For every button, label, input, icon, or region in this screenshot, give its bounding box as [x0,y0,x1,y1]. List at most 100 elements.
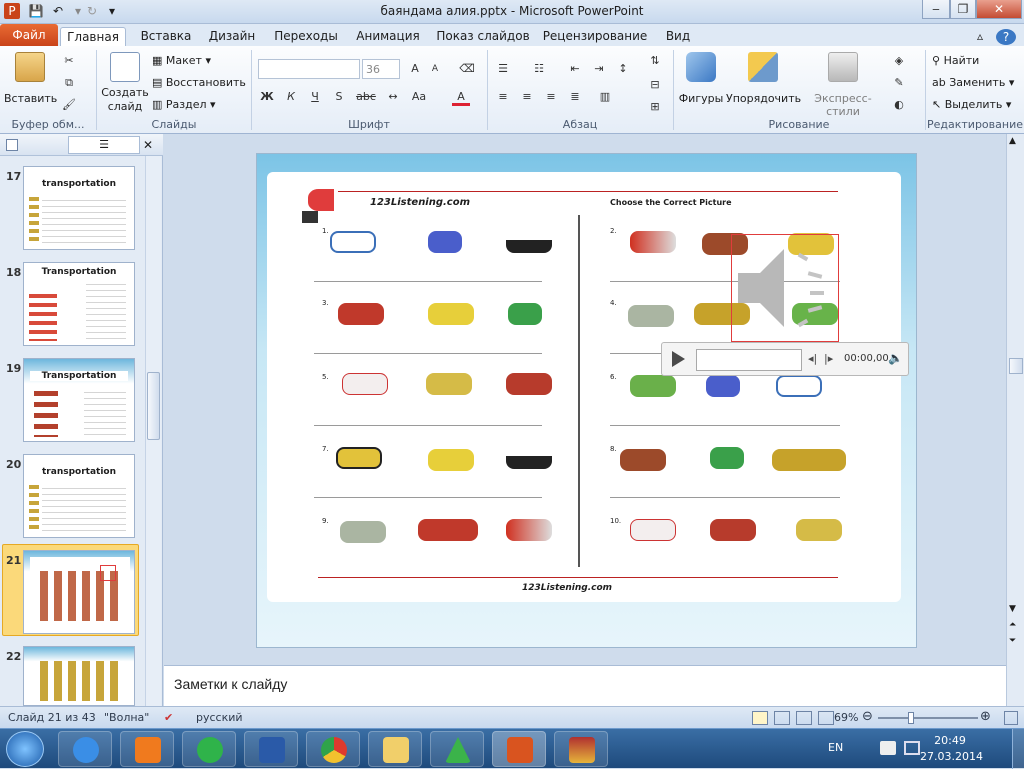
minimize-ribbon-icon[interactable]: ▵ [970,27,990,47]
slides-tab-icon[interactable] [6,139,18,151]
slide-thumbnail[interactable]: Transportation [23,262,135,346]
zoom-slider-thumb[interactable] [908,712,914,724]
outline-tab-icon[interactable]: ☰ [68,136,140,154]
scrollbar-thumb[interactable] [147,372,160,440]
align-right-icon[interactable]: ≡ [542,88,560,106]
slide-thumbnail[interactable] [23,646,135,706]
taskbar-clock[interactable]: 20:49 27.03.2014 [920,733,983,765]
zoom-slider[interactable] [878,717,978,719]
numbering-icon[interactable]: ☷ [530,60,548,78]
shape-outline-icon[interactable]: ✎ [890,74,908,92]
keyboard-icon[interactable] [880,741,896,755]
taskbar-internet-explorer[interactable] [58,731,112,767]
arrange-button[interactable]: Упорядочить [726,50,801,116]
replace-button[interactable]: ab Заменить ▾ [932,74,1022,92]
volume-icon[interactable]: 🔈 [888,351,903,365]
language-indicator[interactable]: русский [196,711,243,724]
slide-sorter-icon[interactable] [774,711,790,725]
tab-animations[interactable]: Анимация [350,27,426,47]
select-button[interactable]: ↖ Выделить ▾ [932,96,1022,114]
cut-icon[interactable]: ✂ [60,52,78,70]
close-pane-icon[interactable]: ✕ [143,138,153,152]
tab-transitions[interactable]: Переходы [270,27,342,47]
justify-icon[interactable]: ≣ [566,88,584,106]
shapes-button[interactable]: Фигуры [678,50,724,116]
shadow-icon[interactable]: S [330,88,348,106]
next-slide-icon[interactable]: ⏷ [1009,636,1016,646]
taskbar-powerpoint[interactable] [492,731,546,767]
slide-thumbnail[interactable]: transportation [23,166,135,250]
bullets-icon[interactable]: ☰ [494,60,512,78]
taskbar-media-player[interactable] [120,731,174,767]
decrease-indent-icon[interactable]: ⇤ [566,60,584,78]
copy-icon[interactable]: ⧉ [60,74,78,92]
smartart-icon[interactable]: ⊞ [646,98,664,116]
new-slide-button[interactable]: Создать слайд [100,50,150,116]
tab-slideshow[interactable]: Показ слайдов [436,27,530,47]
taskbar-chrome[interactable] [306,731,360,767]
slideshow-view-icon[interactable] [818,711,834,725]
quick-styles-button[interactable]: Экспресс-стили [800,50,886,118]
tab-review[interactable]: Рецензирование [540,27,650,47]
format-painter-icon[interactable]: 🖌 [60,96,78,114]
help-icon[interactable]: ? [996,29,1016,45]
zoom-in-icon[interactable]: ⊕ [980,709,991,724]
layout-button[interactable]: ▦ Макет ▾ [152,52,232,70]
section-button[interactable]: ▥ Раздел ▾ [152,96,232,114]
normal-view-icon[interactable] [752,711,768,725]
slides-pane-scrollbar[interactable] [145,156,161,706]
underline-icon[interactable]: Ч [306,88,324,106]
zoom-level[interactable]: 69% [834,711,858,724]
text-direction-icon[interactable]: ⇅ [646,52,664,70]
tab-view[interactable]: Вид [660,27,696,47]
font-color-icon[interactable]: A [452,88,470,106]
paste-button[interactable]: Вставить [4,50,57,116]
tab-file[interactable]: Файл [0,24,58,46]
clear-formatting-icon[interactable]: ⌫ [458,60,476,78]
network-icon[interactable] [904,741,920,755]
taskbar-app-a[interactable] [430,731,484,767]
scrollbar-thumb[interactable] [1009,358,1023,374]
notes-pane[interactable]: Заметки к слайду [164,665,1006,706]
increase-indent-icon[interactable]: ⇥ [590,60,608,78]
taskbar-explorer[interactable] [368,731,422,767]
change-case-icon[interactable]: Aa [410,88,428,106]
fit-to-window-icon[interactable] [1004,711,1018,725]
font-size-box[interactable]: 36 [362,59,400,79]
font-name-box[interactable] [258,59,360,79]
close-button[interactable]: ✕ [976,0,1022,19]
align-center-icon[interactable]: ≡ [518,88,536,106]
spell-check-icon[interactable]: ✔ [164,711,173,724]
maximize-button[interactable]: ❐ [950,0,976,19]
slide-thumbnail[interactable]: Transportation [23,358,135,442]
shape-effects-icon[interactable]: ◐ [890,96,908,114]
line-spacing-icon[interactable]: ↕ [614,60,632,78]
taskbar-word[interactable] [244,731,298,767]
reset-button[interactable]: ▤ Восстановить [152,74,248,92]
slide-vertical-scrollbar[interactable]: ▲ ▼ ⏶ ⏷ [1006,134,1024,706]
scroll-up-icon[interactable]: ▲ [1009,136,1016,146]
taskbar-mail-agent[interactable] [182,731,236,767]
find-button[interactable]: ⚲ Найти [932,52,1020,70]
step-back-icon[interactable]: ◂| [808,352,817,365]
previous-slide-icon[interactable]: ⏶ [1009,620,1016,630]
tab-insert[interactable]: Вставка [133,27,199,47]
reading-view-icon[interactable] [796,711,812,725]
audio-selection-box[interactable] [731,234,839,342]
tab-home[interactable]: Главная [60,27,126,47]
shrink-font-icon[interactable]: A [426,60,444,78]
media-progress-bar[interactable] [696,349,802,371]
minimize-button[interactable]: ‒ [922,0,950,19]
play-icon[interactable] [672,351,685,367]
slide-thumbnail[interactable]: transportation [23,454,135,538]
italic-icon[interactable]: К [282,88,300,106]
slide-thumbnail-selected[interactable] [23,550,135,634]
bold-icon[interactable]: Ж [258,88,276,106]
zoom-out-icon[interactable]: ⊖ [862,709,873,724]
columns-icon[interactable]: ▥ [596,88,614,106]
show-desktop-button[interactable] [1012,729,1024,769]
shape-fill-icon[interactable]: ◈ [890,52,908,70]
tab-design[interactable]: Дизайн [203,27,261,47]
theme-name[interactable]: "Волна" [104,711,149,724]
align-text-icon[interactable]: ⊟ [646,76,664,94]
